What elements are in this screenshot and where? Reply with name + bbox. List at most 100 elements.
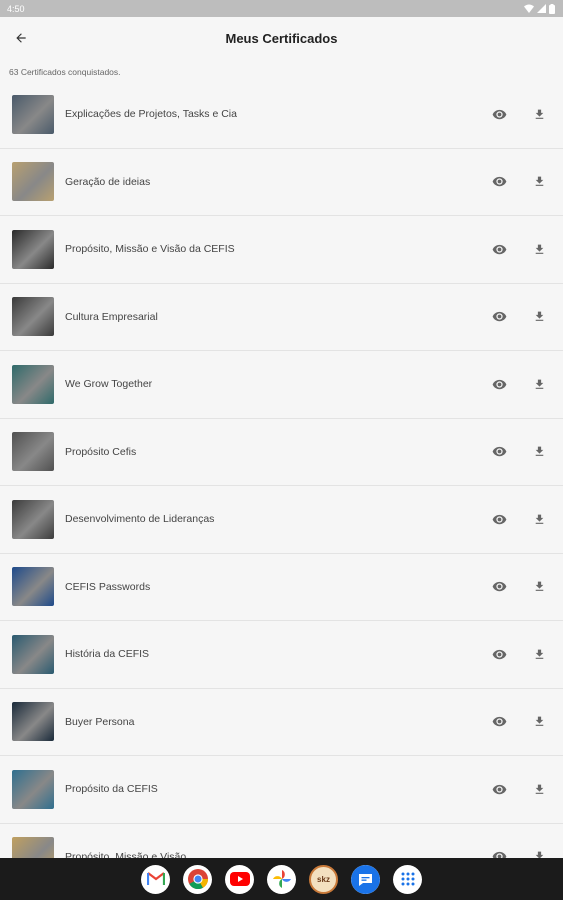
- certificate-thumbnail: [12, 297, 54, 337]
- download-icon: [535, 244, 543, 254]
- certificate-thumbnail: [12, 499, 54, 539]
- download-certificate-button[interactable]: [526, 709, 552, 735]
- download-certificate-button[interactable]: [526, 169, 552, 195]
- status-time: 4:50: [7, 3, 25, 14]
- download-icon: [535, 851, 543, 858]
- download-certificate-button[interactable]: [526, 844, 552, 858]
- certificate-item[interactable]: Propósito da CEFIS: [0, 756, 563, 824]
- battery-icon: [549, 3, 555, 14]
- arrow-back-icon: [16, 33, 26, 43]
- certificate-item[interactable]: Propósito Cefis: [0, 419, 563, 486]
- download-icon: [535, 446, 543, 457]
- app-drawer-icon[interactable]: [393, 864, 422, 894]
- download-icon: [535, 716, 543, 727]
- skz-app-icon[interactable]: skz: [309, 864, 338, 894]
- view-certificate-button[interactable]: [486, 169, 512, 195]
- wifi-icon: [524, 4, 534, 13]
- certificate-thumbnail: [12, 837, 54, 858]
- certificate-item[interactable]: Explicações de Projetos, Tasks e Cia: [0, 81, 563, 149]
- download-certificate-button[interactable]: [526, 506, 552, 532]
- certificate-thumbnail: [12, 769, 54, 809]
- download-certificate-button[interactable]: [526, 776, 552, 802]
- gmail-icon[interactable]: [141, 864, 170, 894]
- download-certificate-button[interactable]: [526, 304, 552, 330]
- view-certificate-button[interactable]: [486, 641, 512, 667]
- download-certificate-button[interactable]: [526, 439, 552, 465]
- certificate-thumbnail: [12, 432, 54, 472]
- certificate-title: Buyer Persona: [65, 715, 135, 728]
- view-certificate-button[interactable]: [486, 101, 512, 127]
- view-certificate-button[interactable]: [486, 439, 512, 465]
- eye-icon: [492, 312, 506, 322]
- download-icon: [535, 311, 543, 322]
- chrome-icon[interactable]: [183, 864, 212, 894]
- download-certificate-button[interactable]: [526, 574, 552, 600]
- certificate-item[interactable]: Desenvolvimento de Lideranças: [0, 486, 563, 554]
- view-certificate-button[interactable]: [486, 506, 512, 532]
- certificate-item[interactable]: Propósito, Missão e Visão da CEFIS: [0, 216, 563, 284]
- view-certificate-button[interactable]: [486, 236, 512, 262]
- page-title: Meus Certificados: [225, 30, 338, 46]
- download-icon: [535, 784, 543, 794]
- certificate-thumbnail: [12, 567, 54, 607]
- eye-icon: [492, 649, 506, 659]
- certificate-item[interactable]: História da CEFIS: [0, 621, 563, 689]
- youtube-icon[interactable]: [225, 864, 254, 894]
- view-certificate-button[interactable]: [486, 371, 512, 397]
- certificate-item[interactable]: We Grow Together: [0, 351, 563, 419]
- status-bar: 4:50: [0, 0, 563, 17]
- eye-icon: [492, 582, 506, 592]
- certificate-title: Propósito, Missão e Visão da CEFIS: [65, 243, 235, 256]
- back-button[interactable]: [3, 20, 39, 56]
- certificate-thumbnail: [12, 162, 54, 202]
- certificate-title: Explicações de Projetos, Tasks e Cia: [65, 108, 237, 121]
- photos-icon[interactable]: [267, 864, 296, 894]
- certificate-title: Desenvolvimento de Lideranças: [65, 513, 215, 526]
- certificate-title: Cultura Empresarial: [65, 310, 158, 323]
- download-certificate-button[interactable]: [526, 371, 552, 397]
- download-icon: [535, 379, 543, 389]
- certificate-list: Explicações de Projetos, Tasks e Cia Gera…: [0, 81, 563, 858]
- eye-icon: [492, 109, 506, 119]
- download-icon: [535, 514, 543, 524]
- signal-icon: [537, 4, 546, 13]
- download-icon: [535, 109, 543, 119]
- eye-icon: [492, 447, 506, 457]
- certificate-title: We Grow Together: [65, 378, 153, 391]
- download-certificate-button[interactable]: [526, 641, 552, 667]
- certificate-thumbnail: [12, 229, 54, 269]
- certificate-item[interactable]: Geração de ideias: [0, 149, 563, 216]
- certificate-item[interactable]: Buyer Persona: [0, 689, 563, 756]
- download-certificate-button[interactable]: [526, 236, 552, 262]
- certificate-title: Propósito Cefis: [65, 445, 137, 458]
- download-certificate-button[interactable]: [526, 101, 552, 127]
- eye-icon: [492, 852, 506, 858]
- eye-icon: [492, 177, 506, 187]
- certificate-title: Geração de ideias: [65, 175, 151, 188]
- certificate-thumbnail: [12, 702, 54, 742]
- certificate-title: CEFIS Passwords: [65, 580, 151, 593]
- certificate-item[interactable]: Propósito, Missão e Visão: [0, 824, 563, 858]
- certificate-thumbnail: [12, 634, 54, 674]
- certificate-thumbnail: [12, 94, 54, 134]
- view-certificate-button[interactable]: [486, 844, 512, 858]
- download-icon: [535, 176, 543, 187]
- view-certificate-button[interactable]: [486, 304, 512, 330]
- certificate-title: Propósito da CEFIS: [65, 783, 158, 796]
- view-certificate-button[interactable]: [486, 776, 512, 802]
- app-bar: Meus Certificados: [0, 17, 563, 59]
- eye-icon: [492, 514, 506, 524]
- eye-icon: [492, 784, 506, 794]
- messages-icon[interactable]: [351, 864, 380, 894]
- view-certificate-button[interactable]: [486, 709, 512, 735]
- download-icon: [535, 581, 543, 592]
- certificate-title: Propósito, Missão e Visão: [65, 850, 187, 858]
- eye-icon: [492, 244, 506, 254]
- certificate-item[interactable]: CEFIS Passwords: [0, 554, 563, 621]
- view-certificate-button[interactable]: [486, 574, 512, 600]
- app-label: skz: [317, 874, 330, 884]
- certificates-count: 63 Certificados conquistados.: [9, 67, 121, 77]
- certificate-item[interactable]: Cultura Empresarial: [0, 284, 563, 351]
- download-icon: [535, 649, 543, 659]
- status-icons: [524, 3, 555, 14]
